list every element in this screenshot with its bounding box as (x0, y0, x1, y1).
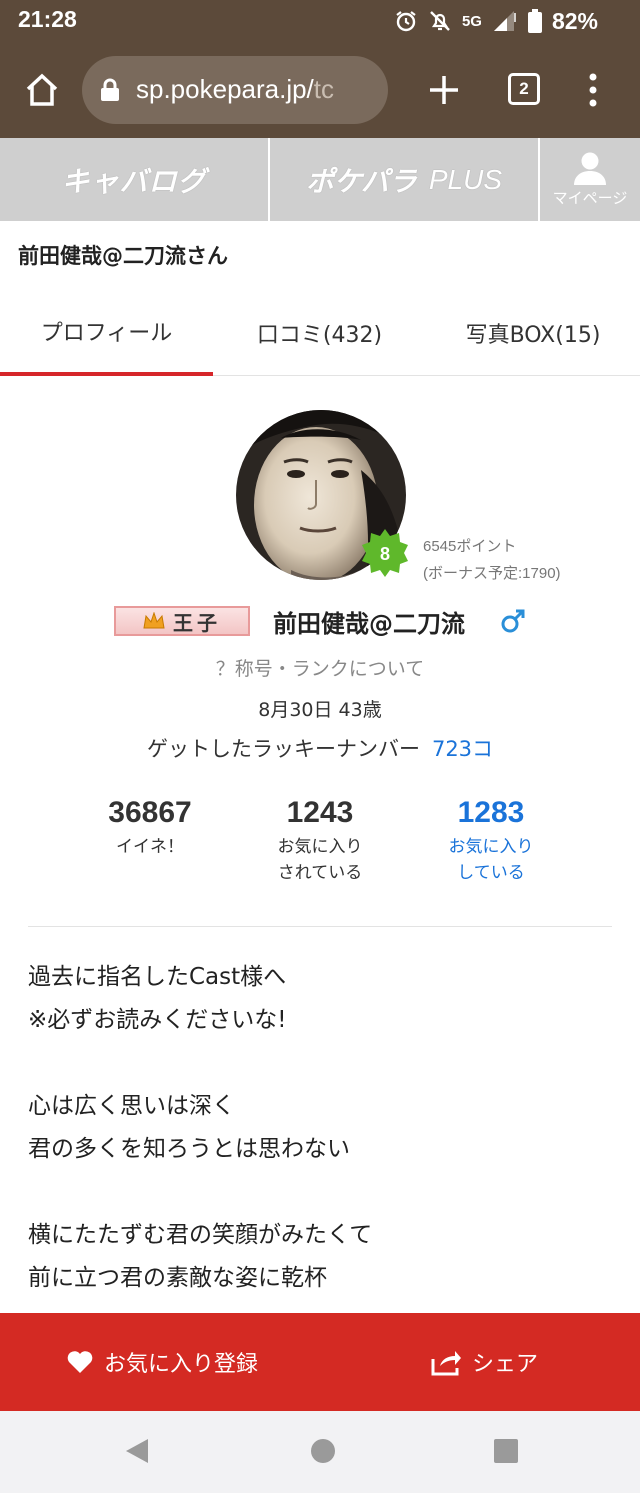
stat-label: お気に入り している (411, 834, 571, 886)
caba-log-logo[interactable]: キャバログ (0, 138, 268, 221)
tab-label: 口コミ(432) (256, 323, 383, 348)
tab-reviews[interactable]: 口コミ(432) (213, 290, 426, 376)
title-badge: 王子 (114, 606, 250, 636)
stat-label-line: お気に入り (277, 837, 363, 857)
alarm-icon (396, 11, 416, 32)
user-icon (574, 152, 606, 185)
tab-label: 写真BOX(15) (465, 323, 601, 348)
pokepara-brand: ポケパラ (305, 164, 417, 198)
caba-log-text: キャバログ (61, 164, 207, 198)
recents-icon[interactable] (493, 1437, 519, 1465)
title-badge-text: 王子 (173, 610, 221, 635)
plus-icon[interactable] (422, 68, 466, 112)
lucky-label: ゲットしたラッキーナンバー (146, 737, 420, 761)
favorite-button[interactable]: お気に入り登録 (66, 1313, 258, 1411)
stat-likes: 36867 イイネ！ (70, 796, 230, 860)
tab-photo-box[interactable]: 写真BOX(15) (426, 290, 640, 376)
favorite-label: お気に入り登録 (104, 1352, 259, 1377)
bonus-value: (ボーナス予定:1790) (423, 565, 561, 582)
rank-help-link[interactable]: ？称号・ランクについて (0, 654, 640, 681)
bio-line: 横にたたずむ君の笑顔がみたくて (28, 1222, 373, 1248)
share-icon (431, 1351, 461, 1376)
stat-label-line: されている (277, 863, 363, 883)
bio-line: 過去に指名したCast様へ (28, 964, 287, 990)
stat-label-line: イイネ！ (116, 837, 184, 857)
bio-line: 心は広く思いは深く (28, 1093, 235, 1119)
back-icon[interactable] (124, 1437, 150, 1465)
status-icons: 5G 82% (394, 6, 598, 36)
tab-profile[interactable]: プロフィール (0, 290, 213, 376)
page-title: 前田健哉@二刀流さん (18, 244, 228, 268)
lock-icon (101, 78, 119, 101)
lucky-number-row: ゲットしたラッキーナンバー 723コ (0, 733, 640, 763)
crown-icon (143, 612, 165, 629)
section-divider (28, 926, 612, 927)
rank-badge-icon: 8 (362, 529, 408, 577)
stat-favoriting[interactable]: 1283 お気に入りしている (411, 796, 571, 886)
stat-label: お気に入りされている (240, 834, 400, 886)
profile-bio: 過去に指名したCast様へ ※必ずお読みくださいな! 心は広く思いは深く 君の多… (28, 956, 618, 1300)
status-bar: 21:28 5G 82% (0, 0, 640, 42)
share-button[interactable]: シェア (430, 1313, 538, 1411)
tabs-icon[interactable]: 2 (508, 73, 540, 105)
mypage-label: マイページ (552, 189, 628, 207)
action-bar: お気に入り登録 シェア (0, 1313, 640, 1411)
mypage-button[interactable]: マイページ (540, 138, 640, 221)
stat-label: イイネ！ (70, 834, 230, 860)
share-label: シェア (472, 1352, 539, 1377)
pokepara-plus-logo[interactable]: ポケパラ PLUS (270, 138, 538, 221)
more-vert-icon[interactable] (586, 72, 600, 108)
signal-icon (493, 11, 516, 31)
battery-level: 82% (551, 7, 598, 34)
stat-value: 36867 (108, 796, 192, 829)
system-nav-bar (0, 1411, 640, 1493)
home-icon[interactable] (20, 68, 64, 112)
stat-favorited: 1243 お気に入りされている (240, 796, 400, 886)
lucky-value[interactable]: 723コ (432, 737, 493, 761)
battery-icon (527, 9, 542, 33)
site-nav: キャバログ ポケパラ PLUS マイページ (0, 138, 640, 221)
browser-toolbar: sp.pokepara.jp/tc 2 (0, 42, 640, 138)
bio-line: 君の多くを知ろうとは思わない (28, 1136, 350, 1162)
stat-value: 1283 (457, 796, 525, 829)
points-value: 6545ポイント (423, 538, 517, 555)
stat-label-line: している (457, 863, 525, 883)
url-main: sp.pokepara.jp/ (136, 74, 314, 104)
stat-value: 1243 (286, 796, 354, 829)
tab-label: プロフィール (40, 321, 173, 346)
heart-icon (67, 1351, 93, 1373)
points-info: 6545ポイント (ボーナス予定:1790) (423, 533, 561, 587)
stat-label-line: お気に入り (448, 837, 534, 857)
muted-bell-icon (430, 11, 450, 31)
url-bar[interactable]: sp.pokepara.jp/tc (82, 56, 388, 124)
home-button-icon[interactable] (310, 1437, 336, 1465)
rank-level: 8 (380, 544, 390, 564)
plus-text: PLUS (428, 163, 503, 195)
male-icon (501, 609, 525, 633)
bio-line: ※必ずお読みくださいな! (28, 1007, 287, 1033)
status-time: 21:28 (18, 6, 77, 32)
network-type: 5G (461, 12, 482, 30)
profile-name: 前田健哉@二刀流 (273, 610, 465, 638)
tab-count: 2 (519, 79, 529, 98)
bio-line: 前に立つ君の素敵な姿に乾杯 (28, 1265, 327, 1291)
profile-tabs: プロフィール 口コミ(432) 写真BOX(15) (0, 290, 640, 376)
url-text: sp.pokepara.jp/tc (136, 74, 334, 105)
url-faded: tc (313, 74, 335, 104)
birthday-age: 8月30日 43歳 (258, 699, 382, 721)
